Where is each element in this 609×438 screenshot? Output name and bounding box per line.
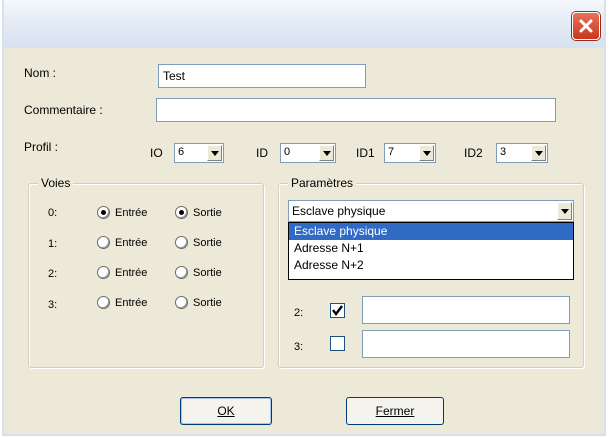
voie-3-label: 3: [48,299,58,311]
param-3-input[interactable] [362,330,570,358]
commentaire-label: Commentaire : [24,103,103,117]
voie-1-entree-radio[interactable] [97,236,110,249]
param-2-label: 2: [294,307,304,319]
profil-id2-value: 3 [500,146,507,158]
voie-3-entree-radio[interactable] [97,296,110,309]
voie-1-entree-label: Entrée [115,237,148,249]
chevron-down-icon[interactable] [531,145,546,161]
ok-button-label: OK [217,404,235,418]
voie-0-entree-label: Entrée [115,207,148,219]
chevron-down-icon[interactable] [557,202,572,220]
profil-id-label: ID [256,146,268,160]
nom-input[interactable]: Test [158,64,366,88]
voie-3-entree-label: Entrée [115,297,148,309]
close-button[interactable] [572,12,600,40]
title-bar [4,0,604,48]
profil-id2-label: ID2 [464,146,483,160]
voie-1-label: 1: [48,238,58,250]
parametres-select[interactable]: Esclave physique [288,200,574,222]
voie-0-entree-radio[interactable] [97,206,110,219]
fermer-button-label: Fermer [375,404,415,418]
dropdown-option-adresse-n1[interactable]: Adresse N+1 [289,240,573,257]
ok-button[interactable]: OK [180,397,272,425]
commentaire-input[interactable] [156,98,556,122]
voies-title: Voies [38,176,74,190]
chevron-down-icon[interactable] [419,145,434,161]
param-2-checkbox[interactable] [330,303,345,318]
param-3-label: 3: [294,341,304,353]
fermer-button[interactable]: Fermer [346,397,444,425]
voie-2-sortie-radio[interactable] [175,266,188,279]
voie-0-sortie-radio[interactable] [175,206,188,219]
dropdown-option-adresse-n2[interactable]: Adresse N+2 [289,257,573,274]
nom-label: Nom : [24,66,57,80]
voie-0-label: 0: [48,207,58,219]
voie-2-label: 2: [48,268,58,280]
voie-3-sortie-label: Sortie [193,297,222,309]
profil-id2-select[interactable]: 3 [496,143,548,163]
chevron-down-icon[interactable] [207,145,222,161]
parametres-title: Paramètres [288,176,357,190]
voie-2-entree-radio[interactable] [97,266,110,279]
profil-id-value: 0 [284,146,291,158]
parametres-select-value: Esclave physique [292,204,386,218]
dropdown-option-esclave-physique[interactable]: Esclave physique [289,223,573,240]
profil-id1-select[interactable]: 7 [384,143,436,163]
param-2-input[interactable] [362,296,570,324]
parametres-dropdown-list: Esclave physique Adresse N+1 Adresse N+2 [288,222,574,280]
voie-1-sortie-label: Sortie [193,237,222,249]
voie-2-entree-label: Entrée [115,267,148,279]
checkmark-icon [332,305,343,316]
profil-io-label: IO [150,146,163,160]
profil-id1-label: ID1 [356,146,375,160]
voie-1-sortie-radio[interactable] [175,236,188,249]
profil-io-select[interactable]: 6 [174,143,224,163]
chevron-down-icon[interactable] [319,145,334,161]
param-3-checkbox[interactable] [330,336,345,351]
dialog-window: Nom : Test Commentaire : Profil : IO 6 I… [2,0,606,436]
profil-id-select[interactable]: 0 [280,143,336,163]
profil-io-value: 6 [178,146,185,158]
profil-label: Profil : [24,140,59,154]
close-icon [579,19,593,33]
voie-3-sortie-radio[interactable] [175,296,188,309]
voie-0-sortie-label: Sortie [193,207,222,219]
voie-2-sortie-label: Sortie [193,267,222,279]
profil-id1-value: 7 [388,146,395,158]
